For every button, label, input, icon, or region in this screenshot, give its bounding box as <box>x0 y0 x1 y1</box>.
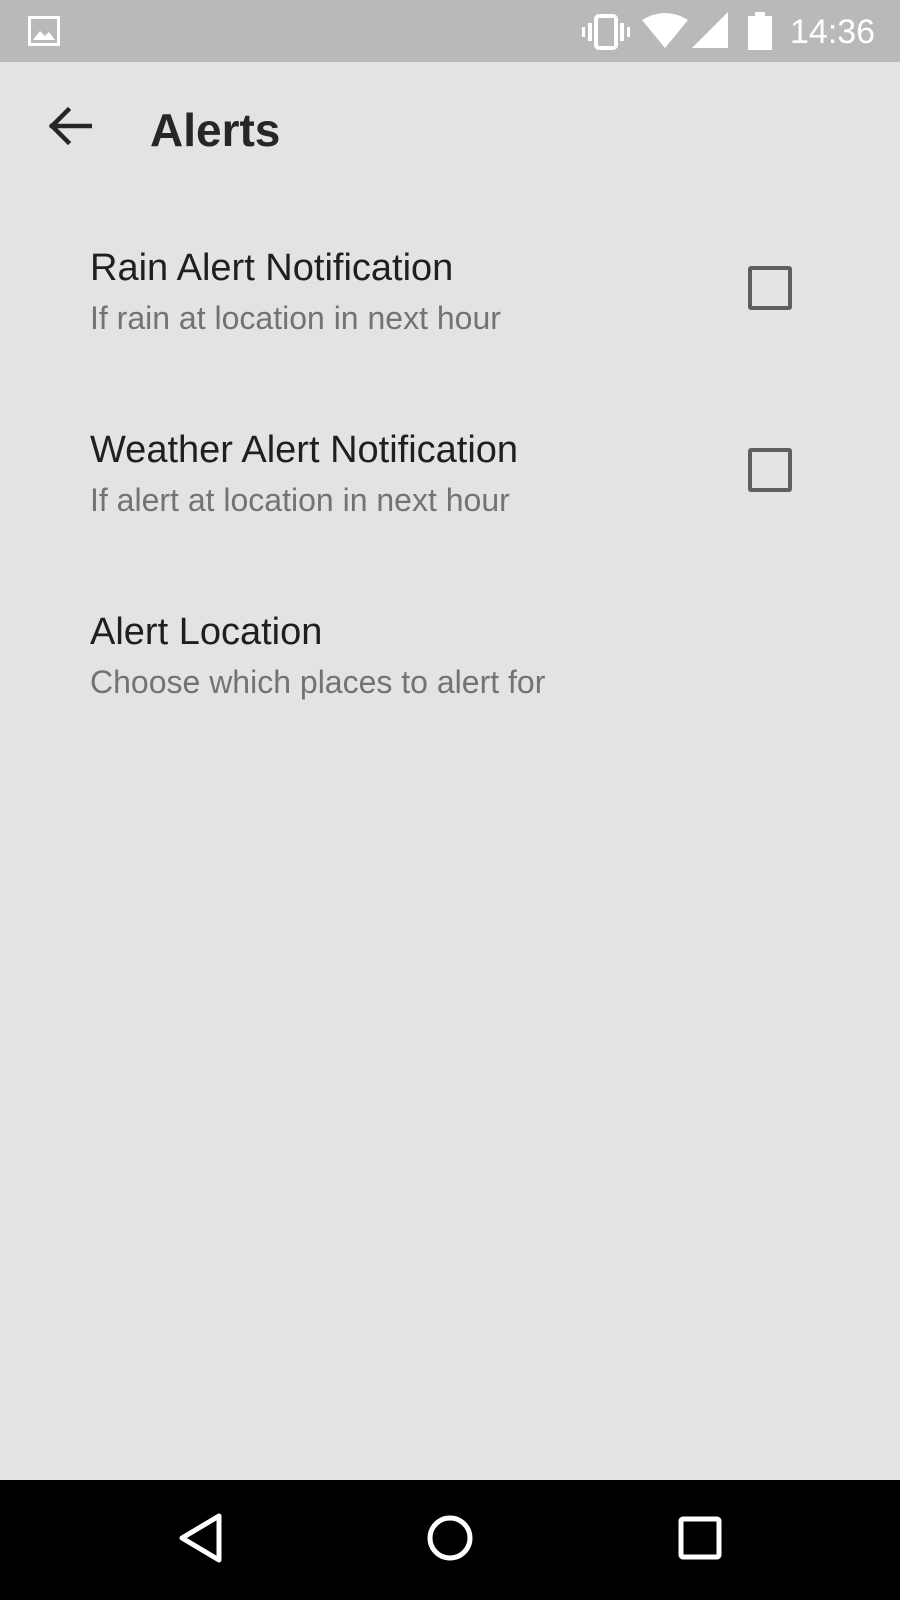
recents-square-icon <box>677 1515 723 1566</box>
cell-signal-icon <box>692 12 730 55</box>
back-triangle-icon <box>177 1512 225 1569</box>
app-bar: Alerts <box>0 62 900 202</box>
rain-alert-checkbox[interactable] <box>748 266 792 310</box>
preference-summary: If alert at location in next hour <box>90 482 510 518</box>
status-clock: 14:36 <box>790 13 876 51</box>
weather-alert-checkbox[interactable] <box>748 448 792 492</box>
battery-icon <box>746 12 774 57</box>
nav-home-button[interactable] <box>405 1500 495 1580</box>
rain-alert-preference[interactable]: Rain Alert Notification If rain at locat… <box>0 246 900 428</box>
status-bar: 14:36 <box>0 0 900 62</box>
nav-back-button[interactable] <box>156 1500 246 1580</box>
alert-location-preference[interactable]: Alert Location Choose which places to al… <box>0 610 900 792</box>
wifi-icon <box>642 12 688 55</box>
preference-title: Alert Location <box>90 611 323 653</box>
arrow-back-icon <box>48 106 93 151</box>
weather-alert-preference[interactable]: Weather Alert Notification If alert at l… <box>0 428 900 610</box>
page-title: Alerts <box>150 104 281 156</box>
preference-summary: If rain at location in next hour <box>90 300 501 336</box>
image-thumbnail-icon <box>28 16 60 51</box>
preference-title: Weather Alert Notification <box>90 429 519 471</box>
preference-title: Rain Alert Notification <box>90 247 454 289</box>
home-circle-icon <box>425 1513 475 1568</box>
preference-summary: Choose which places to alert for <box>90 664 546 700</box>
vibrate-icon <box>582 12 630 57</box>
alerts-screen: 14:36 Alerts Rain Alert Notification If … <box>0 0 900 1600</box>
back-button[interactable] <box>34 98 106 158</box>
navigation-bar <box>0 1480 900 1600</box>
nav-recents-button[interactable] <box>655 1500 745 1580</box>
